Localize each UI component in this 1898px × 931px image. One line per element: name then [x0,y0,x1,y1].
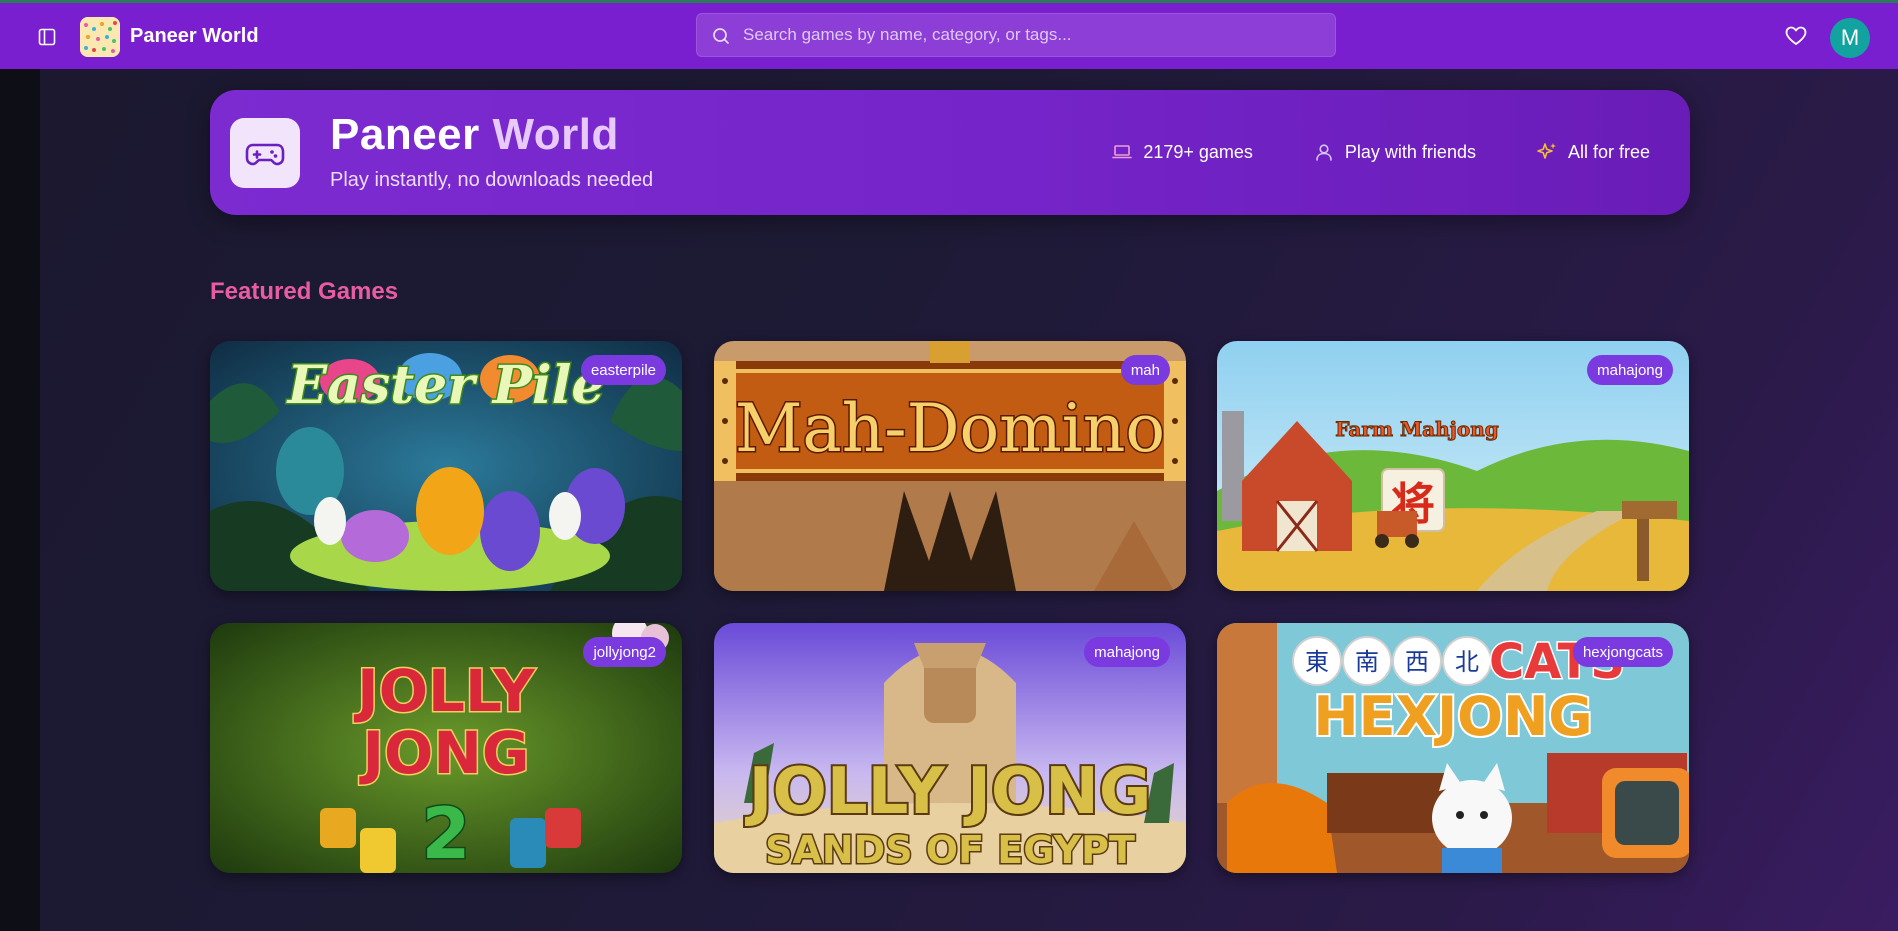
game-art-title-line2: SANDS OF EGYPT [765,828,1135,872]
game-art-title-line1: JOLLY JONG [745,755,1152,829]
game-tag[interactable]: mahajong [1587,355,1673,385]
search-input[interactable] [743,14,1323,56]
hero-banner: Paneer World Play instantly, no download… [210,90,1690,215]
gamepad-icon [230,118,300,188]
game-thumbnail: Mah-Domino [714,341,1186,591]
game-tag[interactable]: jollyjong2 [583,637,666,667]
laptop-icon [1111,141,1133,163]
search-icon [713,28,729,44]
featured-games-title: Featured Games [210,278,399,305]
brand-name[interactable]: Paneer World [130,25,259,48]
game-card-mah[interactable]: Mah-Domino mah [714,341,1186,591]
hero-title: Paneer World [330,110,619,160]
hero-subtitle: Play instantly, no downloads needed [330,169,654,191]
sidebar-toggle-icon[interactable] [36,26,58,48]
svg-text:南: 南 [1355,648,1379,676]
hero-title-part2: World [492,110,619,159]
svg-text:東: 東 [1305,648,1329,676]
svg-text:北: 北 [1455,648,1479,676]
game-card-farm-mahjong[interactable]: 将 Farm Mahjong mahajong [1217,341,1689,591]
stat-games: 2179+ games [1111,141,1253,163]
user-icon [1313,141,1335,163]
game-card-hexjongcats[interactable]: 東 南 西 北 CATS HEXJONG hexjongcats [1217,623,1689,873]
game-art-title: Farm Mahjong [1335,417,1498,441]
game-tag[interactable]: mahajong [1084,637,1170,667]
game-art-title-line2: JONG [358,719,529,787]
game-tag[interactable]: easterpile [580,355,666,385]
game-art-title-line3: 2 [422,793,471,873]
game-card-jollyjong2[interactable]: JOLLY JONG 2 jollyjong2 [210,623,682,873]
game-tag[interactable]: mah [1120,355,1170,385]
svg-text:西: 西 [1405,648,1429,676]
stat-games-label: 2179+ games [1143,141,1253,162]
game-art-title: Easter Pile [286,355,605,416]
game-card-jolly-jong-egypt[interactable]: JOLLY JONG SANDS OF EGYPT mahajong [714,623,1186,873]
sparkles-icon [1536,141,1558,163]
brand-logo[interactable] [80,17,120,57]
stat-free: All for free [1536,141,1650,163]
stat-friends: Play with friends [1313,141,1476,163]
hero-stats: 2179+ games Play with friends All for fr… [1111,141,1650,163]
game-art-title-line2: HEXJONG [1313,685,1592,748]
favorites-heart-icon[interactable] [1785,26,1809,48]
top-header: Paneer World M [0,3,1898,69]
stat-friends-label: Play with friends [1344,141,1476,162]
stat-free-label: All for free [1567,141,1650,162]
game-card-easterpile[interactable]: Easter Pile easterpile [210,341,682,591]
hero-title-part1: Paneer [330,110,480,159]
search-bar [696,13,1336,57]
game-art-title-line1: JOLLY [353,657,536,725]
game-art-title: Mah-Domino [735,390,1165,467]
game-tag[interactable]: hexjongcats [1572,637,1673,667]
user-avatar[interactable]: M [1830,18,1870,58]
